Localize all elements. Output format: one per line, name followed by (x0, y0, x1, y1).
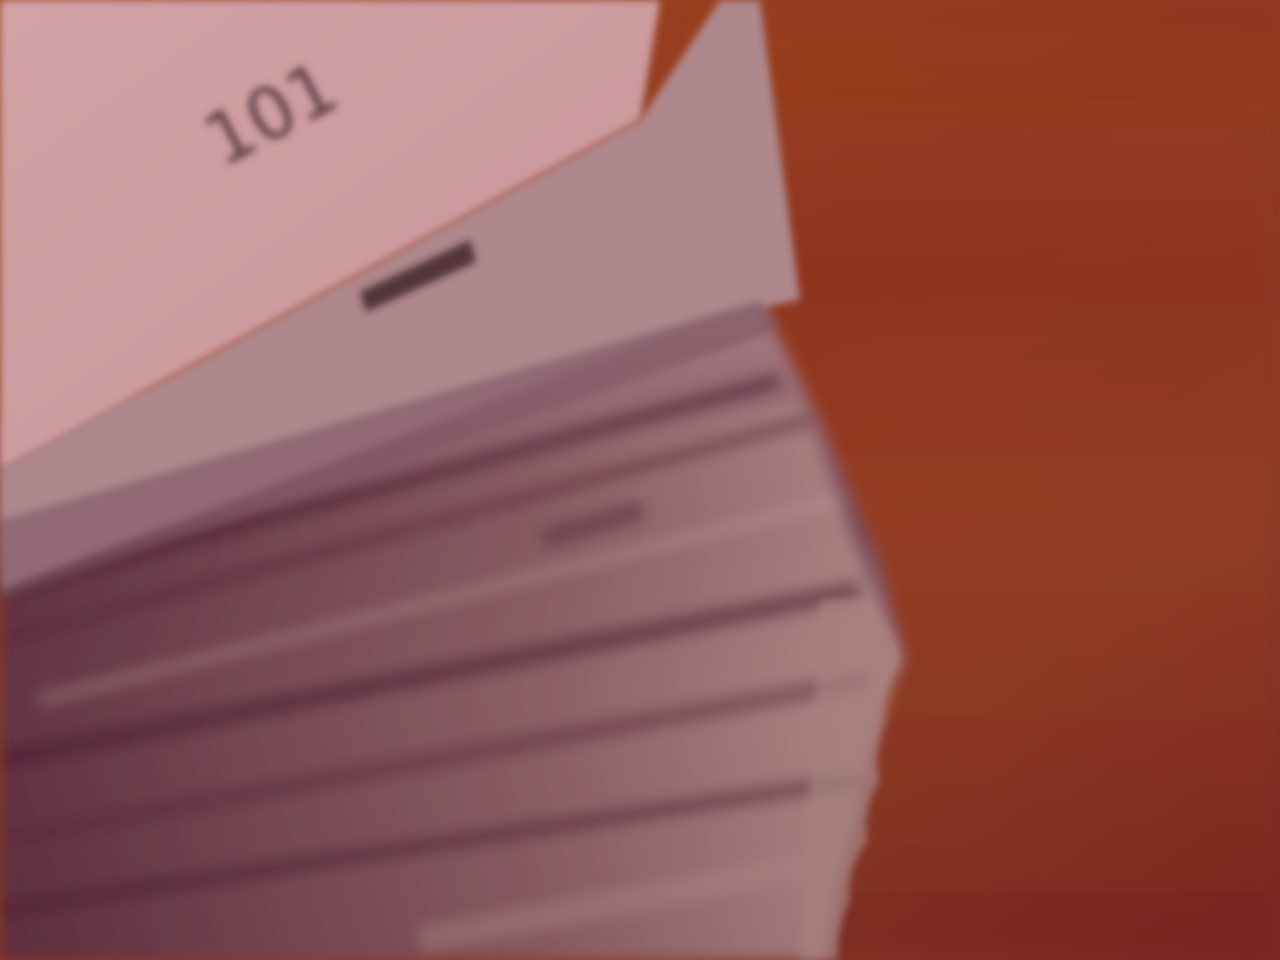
book-photo-canvas: 101 (0, 0, 1280, 960)
book-photo: 101 (0, 0, 1280, 960)
